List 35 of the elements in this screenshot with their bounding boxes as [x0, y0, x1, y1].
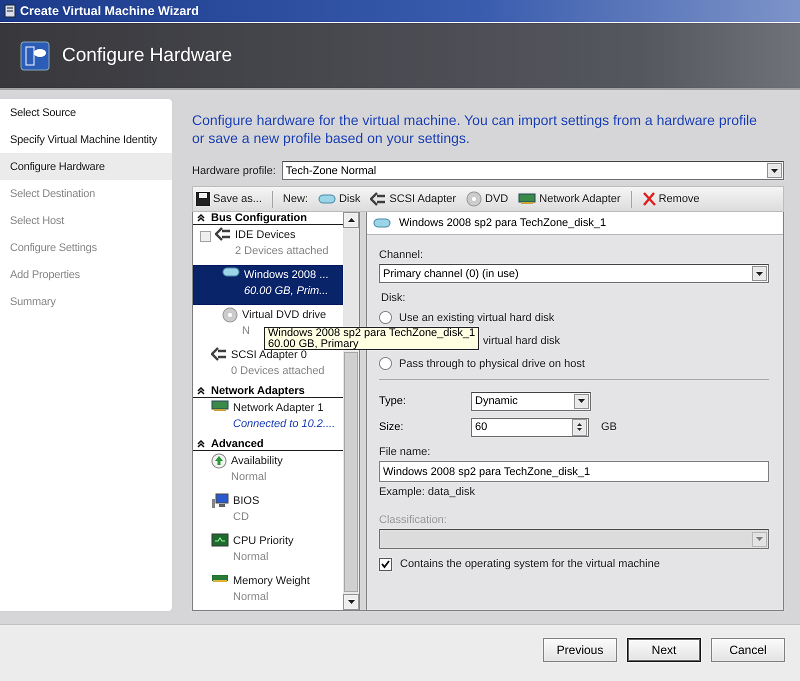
page-title: Configure Hardware — [62, 44, 232, 66]
item-name: Memory Weight — [233, 574, 310, 589]
field-label: File name: — [379, 446, 432, 458]
item-detail: CD — [233, 510, 249, 525]
field-label: Classification: — [379, 514, 448, 526]
item-name: Availability — [231, 454, 283, 469]
item-detail: 60.00 GB, Prim... — [244, 284, 328, 299]
item-detail: 0 Devices attached — [231, 364, 325, 379]
details-title: Windows 2008 sp2 para TechZone_disk_1 — [399, 217, 606, 229]
item-detail: 2 Devices attached — [235, 244, 329, 259]
item-name: IDE Devices — [235, 228, 296, 243]
field-label: Channel: — [379, 249, 424, 261]
field-label: Size: — [379, 421, 404, 433]
field-label: Disk: — [381, 292, 406, 304]
field-label: Type: — [379, 395, 407, 407]
tooltip-line: 60.00 GB, Primary — [268, 338, 358, 349]
item-name: CPU Priority — [233, 534, 294, 549]
item-detail: Connected to 10.2.... — [233, 417, 336, 432]
toolbar-label: New: — [282, 193, 308, 205]
item-detail: Normal — [231, 470, 266, 485]
item-name: Network Adapter 1 — [233, 401, 324, 416]
window-title: Create Virtual Machine Wizard — [20, 4, 199, 18]
item-detail: Normal — [233, 550, 268, 565]
item-detail: Normal — [233, 590, 268, 605]
intro-text: Configure hardware for the virtual machine. You can import settings from a hardware profile or save a new profile based on your settings. — [192, 111, 757, 148]
tooltip-line: Windows 2008 sp2 para TechZone_disk_1 — [268, 328, 476, 338]
item-name: Windows 2008 ... — [244, 268, 328, 283]
item-detail: N — [242, 324, 250, 339]
item-name: Virtual DVD drive — [242, 308, 326, 323]
item-name: BIOS — [233, 494, 260, 509]
unit-label: GB — [601, 421, 617, 433]
item-name: SCSI Adapter 0 — [231, 348, 307, 363]
field-label: Hardware profile: — [192, 164, 276, 176]
hint-text: Example: data_disk — [379, 486, 476, 498]
checkbox-label: Contains the operating system for the virtual machine — [400, 558, 660, 570]
